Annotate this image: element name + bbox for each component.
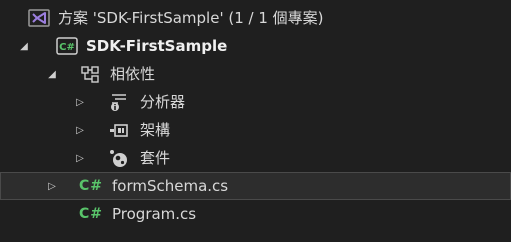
analyzers-label: 分析器 (140, 93, 186, 111)
collapsed-arrow-icon[interactable]: ▷ (73, 151, 87, 165)
solution-explorer-tree: 方案 'SDK-FirstSample' (1 / 1 個專案) ◢ C# SD… (0, 0, 511, 242)
tree-row-packages[interactable]: ▷ 套件 (0, 144, 511, 172)
formschema-file-label: formSchema.cs (112, 177, 229, 195)
csharp-project-icon: C# (56, 36, 78, 56)
visual-studio-solution-icon (28, 8, 50, 28)
solution-label: 方案 'SDK-FirstSample' (1 / 1 個專案) (58, 9, 324, 27)
collapsed-arrow-icon[interactable]: ▷ (45, 179, 59, 193)
tree-row-project[interactable]: ◢ C# SDK-FirstSample (0, 32, 511, 60)
csharp-file-icon: C# (79, 178, 104, 194)
expanded-arrow-icon[interactable]: ◢ (45, 67, 59, 81)
package-icon (108, 148, 130, 168)
project-label: SDK-FirstSample (86, 37, 228, 55)
csharp-file-icon: C# (79, 206, 104, 222)
tree-row-solution[interactable]: 方案 'SDK-FirstSample' (1 / 1 個專案) (0, 4, 511, 32)
frameworks-label: 架構 (140, 121, 171, 139)
collapsed-arrow-icon[interactable]: ▷ (73, 123, 87, 137)
tree-row-formschema-file[interactable]: ▷ C# formSchema.cs (0, 172, 511, 200)
dependencies-label: 相依性 (110, 65, 156, 83)
collapsed-arrow-icon[interactable]: ▷ (73, 95, 87, 109)
tree-row-program-file[interactable]: C# Program.cs (0, 200, 511, 228)
framework-icon (108, 120, 130, 140)
tree-row-analyzers[interactable]: ▷ 分析器 (0, 88, 511, 116)
analyzer-icon (108, 92, 130, 112)
expanded-arrow-icon[interactable]: ◢ (17, 39, 31, 53)
svg-text:C#: C# (59, 42, 75, 53)
tree-row-frameworks[interactable]: ▷ 架構 (0, 116, 511, 144)
program-file-label: Program.cs (112, 205, 197, 223)
dependencies-icon (80, 64, 102, 84)
packages-label: 套件 (140, 149, 171, 167)
tree-row-dependencies[interactable]: ◢ 相依性 (0, 60, 511, 88)
